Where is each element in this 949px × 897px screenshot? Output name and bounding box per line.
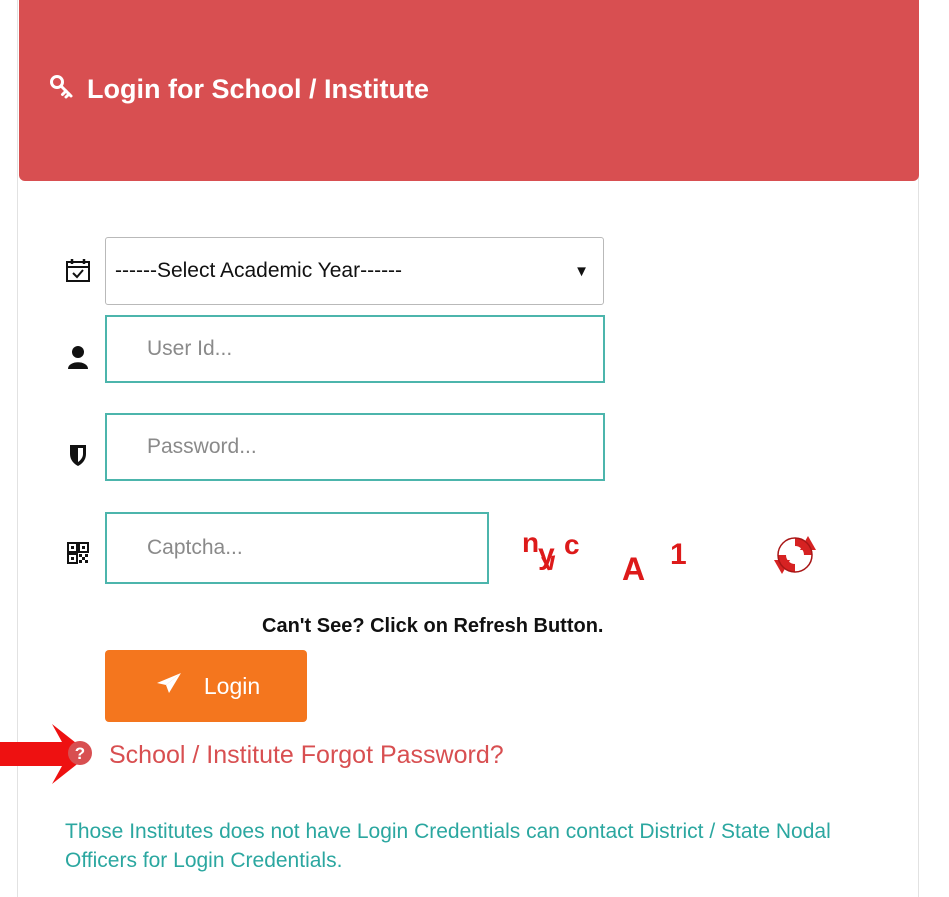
- login-button[interactable]: Login: [105, 650, 307, 722]
- forgot-password-row: ? School / Institute Forgot Password?: [67, 737, 504, 773]
- svg-text:?: ?: [75, 744, 85, 763]
- academic-year-select[interactable]: ------Select Academic Year------ ▼: [105, 237, 604, 305]
- shield-icon: [65, 442, 91, 468]
- paper-plane-icon: [156, 672, 182, 700]
- question-circle-icon: ?: [67, 740, 93, 771]
- qrcode-icon: [65, 540, 91, 566]
- header-title-row: Login for School / Institute: [49, 71, 429, 107]
- dropdown-arrow-icon: ▼: [574, 262, 589, 280]
- refresh-icon[interactable]: [770, 530, 820, 580]
- svg-text:n: n: [522, 527, 539, 558]
- login-button-label: Login: [203, 672, 261, 699]
- calendar-check-icon: [65, 257, 91, 283]
- captcha-text: n y v c A 1: [522, 527, 687, 586]
- key-icon: [49, 74, 75, 105]
- forgot-password-link[interactable]: School / Institute Forgot Password?: [109, 741, 504, 770]
- captcha-input[interactable]: [105, 512, 489, 584]
- login-header: Login for School / Institute: [19, 0, 919, 181]
- user-icon: [65, 344, 91, 370]
- captcha-hint: Can't See? Click on Refresh Button.: [262, 615, 604, 637]
- svg-text:v: v: [540, 545, 559, 577]
- password-input[interactable]: [105, 413, 605, 481]
- login-page: Login for School / Institute ------Selec…: [0, 0, 949, 897]
- user-id-input[interactable]: [105, 315, 605, 383]
- page-title: Login for School / Institute: [87, 73, 429, 104]
- login-credentials-info: Those Institutes does not have Login Cre…: [65, 820, 831, 872]
- captcha-image: n y v c A 1: [522, 527, 687, 586]
- svg-text:A: A: [622, 551, 645, 586]
- svg-text:c: c: [564, 529, 580, 560]
- svg-text:1: 1: [670, 538, 687, 571]
- academic-year-selected: ------Select Academic Year------: [115, 259, 403, 282]
